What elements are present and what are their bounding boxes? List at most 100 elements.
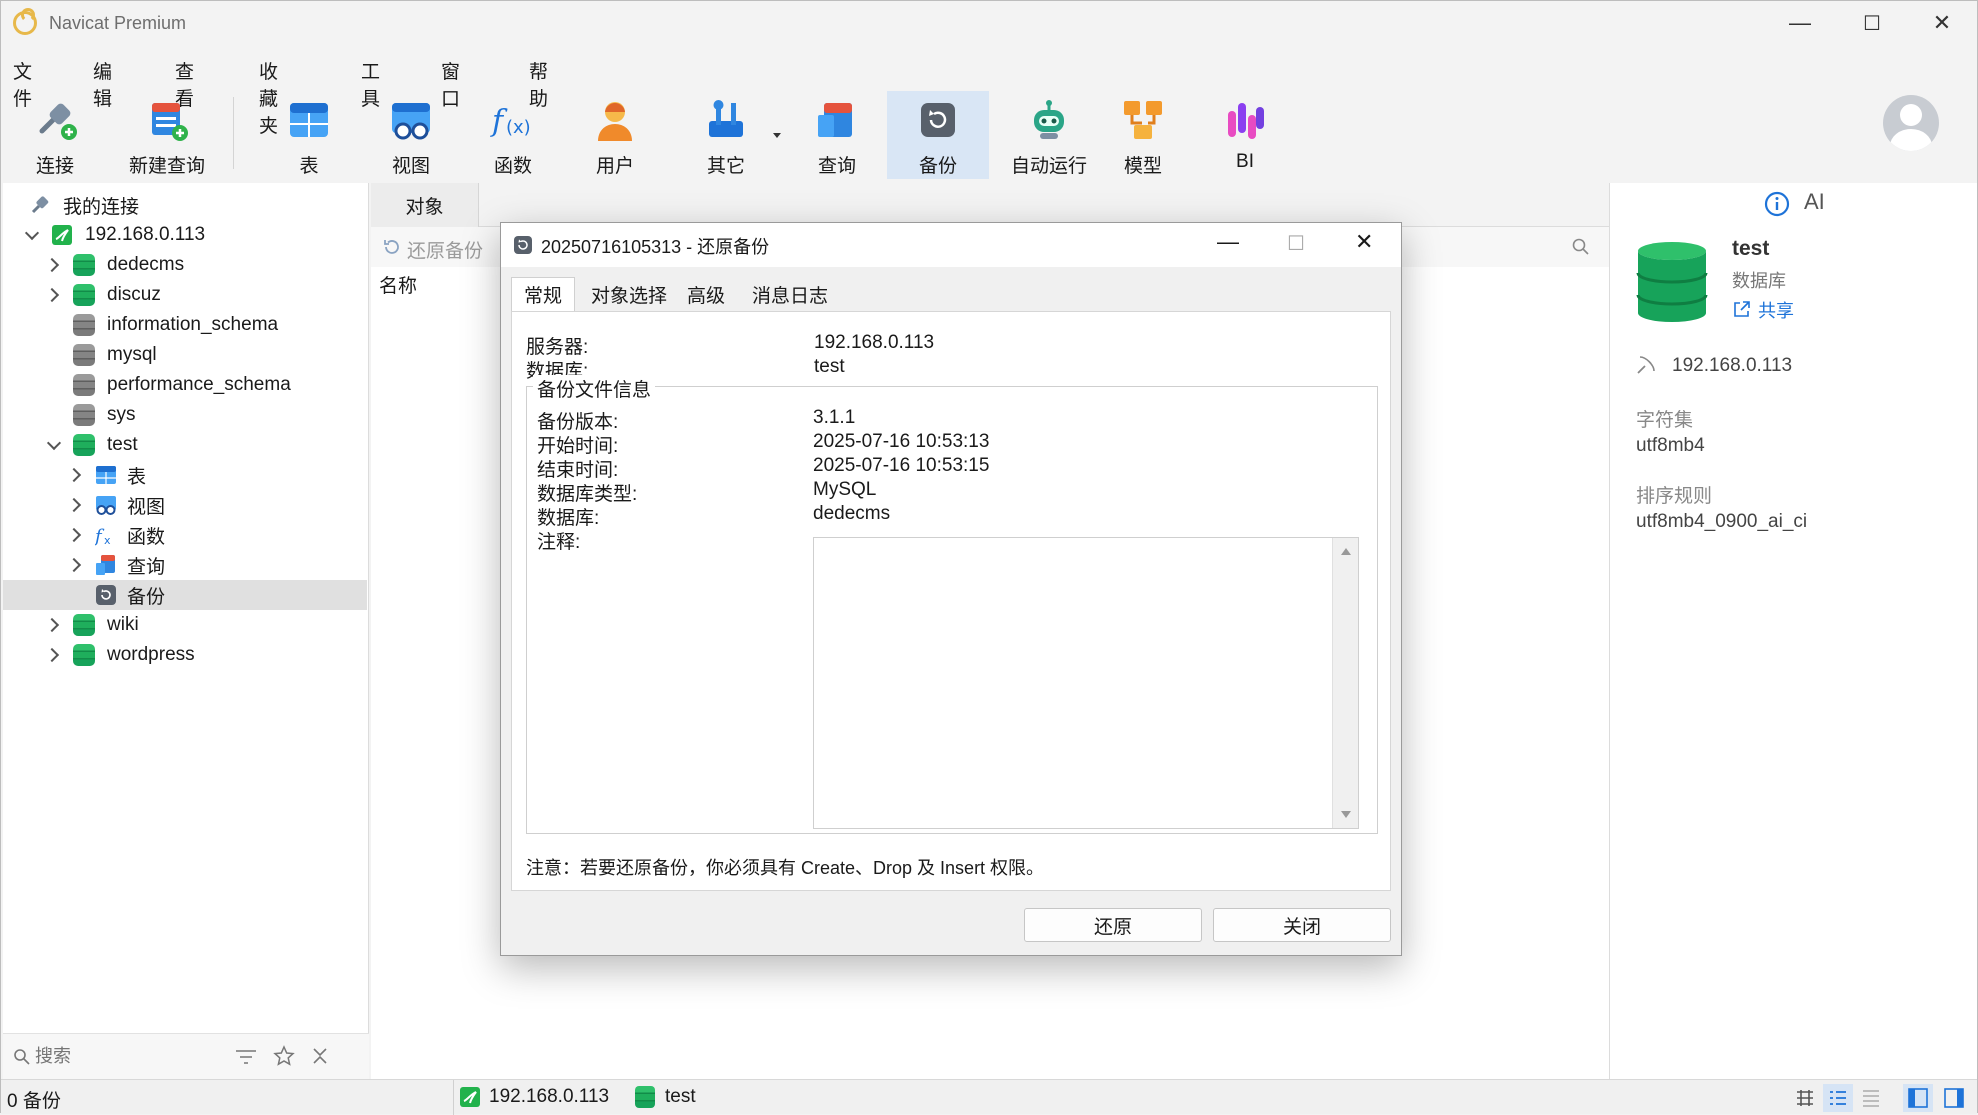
- scroll-up-icon[interactable]: [1341, 548, 1351, 555]
- tree-db-mysql[interactable]: mysql: [3, 340, 367, 370]
- navicat-logo-icon: [13, 8, 37, 35]
- column-header-name[interactable]: 名称: [379, 271, 417, 298]
- toolbar-separator: [233, 97, 234, 169]
- close-window-button[interactable]: ✕: [1907, 1, 1977, 45]
- notes-textarea[interactable]: [813, 537, 1359, 829]
- minimize-button[interactable]: —: [1765, 1, 1835, 45]
- tree-db-wordpress[interactable]: wordpress: [3, 640, 367, 670]
- backup-file-info-title: 备份文件信息: [533, 375, 656, 402]
- user-button[interactable]: 用户: [571, 91, 659, 179]
- general-tab-content: 服务器: 192.168.0.113 数据库: test 备份文件信息 备份版本…: [511, 311, 1391, 891]
- restore-button[interactable]: 还原: [1024, 908, 1202, 942]
- chevron-right-icon[interactable]: [66, 467, 82, 483]
- notes-scrollbar[interactable]: [1332, 538, 1358, 828]
- info-value: MySQL: [813, 479, 877, 500]
- table-button[interactable]: 表: [265, 91, 353, 179]
- backup-button[interactable]: 备份: [887, 91, 989, 179]
- tab-general[interactable]: 常规: [511, 277, 575, 311]
- scroll-down-icon[interactable]: [1341, 811, 1351, 818]
- ai-button[interactable]: AI: [1804, 189, 1825, 215]
- maximize-button[interactable]: ☐: [1837, 1, 1907, 45]
- dialog-minimize-button[interactable]: —: [1217, 229, 1239, 255]
- tree-db-dedecms[interactable]: dedecms: [3, 250, 367, 280]
- right-panel-toggle-icon[interactable]: [1943, 1087, 1965, 1109]
- chevron-down-icon[interactable]: [24, 225, 40, 241]
- automation-button[interactable]: 自动运行: [995, 91, 1103, 179]
- table-icon: [96, 466, 116, 484]
- share-link[interactable]: 共享: [1758, 297, 1794, 323]
- collapse-icon[interactable]: [311, 1046, 331, 1066]
- chevron-down-icon[interactable]: [46, 435, 62, 451]
- info-key: 开始时间:: [537, 436, 619, 457]
- chevron-right-icon[interactable]: [44, 647, 60, 663]
- status-bar: 0 备份 192.168.0.113 test: [1, 1079, 1977, 1115]
- dialog-close-button[interactable]: ✕: [1355, 229, 1373, 255]
- model-button[interactable]: 模型: [1099, 91, 1187, 179]
- tree-search-input[interactable]: [35, 1042, 215, 1070]
- info-icon[interactable]: [1764, 191, 1790, 217]
- tree-db-information-schema[interactable]: information_schema: [3, 310, 367, 340]
- info-collation-label: 排序规则: [1636, 486, 1713, 507]
- mysql-connection-icon: [460, 1087, 480, 1107]
- info-db-name: test: [1732, 237, 1770, 260]
- tree-test-functions[interactable]: fx 函数: [3, 520, 367, 550]
- info-key: 结束时间:: [537, 460, 619, 481]
- database-gray-icon: [73, 344, 95, 366]
- status-object-count: 0 备份: [7, 1091, 61, 1112]
- list-view-icon[interactable]: [1828, 1088, 1848, 1108]
- view-button[interactable]: 视图: [367, 91, 455, 179]
- chevron-right-icon[interactable]: [44, 257, 60, 273]
- tree-test-views[interactable]: 视图: [3, 490, 367, 520]
- left-panel-toggle-icon[interactable]: [1907, 1087, 1929, 1109]
- tree-test-queries[interactable]: 查询: [3, 550, 367, 580]
- other-dropdown-arrow-icon[interactable]: [773, 133, 781, 138]
- query-button[interactable]: 查询: [793, 91, 881, 179]
- tree-db-performance-schema[interactable]: performance_schema: [3, 370, 367, 400]
- info-charset-value: utf8mb4: [1636, 435, 1705, 456]
- function-fx-icon: f (x): [490, 97, 536, 143]
- user-avatar[interactable]: [1883, 95, 1939, 151]
- tree-test-tables[interactable]: 表: [3, 460, 367, 490]
- bi-button[interactable]: BI: [1201, 91, 1289, 179]
- connect-button[interactable]: 连接: [15, 91, 95, 179]
- restore-backup-toolbar-button[interactable]: 还原备份: [407, 236, 483, 263]
- detail-view-icon[interactable]: [1861, 1088, 1881, 1108]
- tree-db-wiki[interactable]: wiki: [3, 610, 367, 640]
- chevron-right-icon[interactable]: [44, 617, 60, 633]
- title-bar: Navicat Premium — ☐ ✕: [1, 1, 1977, 45]
- tab-message-log[interactable]: 消息日志: [735, 277, 845, 311]
- database-green-icon: [635, 1086, 655, 1108]
- model-icon: [1120, 97, 1166, 143]
- mysql-connection-icon: [52, 225, 72, 245]
- star-icon[interactable]: [273, 1045, 295, 1067]
- tree-root-my-connections[interactable]: 我的连接: [3, 190, 367, 220]
- chevron-right-icon[interactable]: [66, 497, 82, 513]
- chevron-right-icon[interactable]: [66, 557, 82, 573]
- connection-tree-panel: 我的连接 192.168.0.113 dedecms discuz inform…: [3, 183, 369, 1079]
- tab-object-selection[interactable]: 对象选择: [579, 277, 679, 311]
- tree-test-backups[interactable]: 备份: [3, 580, 367, 610]
- other-button[interactable]: 其它: [681, 91, 771, 179]
- tree-db-discuz[interactable]: discuz: [3, 280, 367, 310]
- share-icon[interactable]: [1732, 299, 1752, 319]
- search-icon[interactable]: [1571, 237, 1591, 257]
- status-divider: [453, 1080, 454, 1115]
- function-button[interactable]: f (x) 函数: [469, 91, 557, 179]
- tree-db-sys[interactable]: sys: [3, 400, 367, 430]
- info-value: 3.1.1: [813, 407, 856, 428]
- app-title: Navicat Premium: [49, 12, 187, 33]
- info-key: 数据库:: [537, 508, 600, 529]
- chevron-right-icon[interactable]: [44, 287, 60, 303]
- tab-objects[interactable]: 对象: [371, 183, 479, 227]
- filter-icon[interactable]: [235, 1048, 257, 1066]
- new-query-button[interactable]: 新建查询: [113, 91, 221, 179]
- chevron-right-icon[interactable]: [66, 527, 82, 543]
- grid-view-icon[interactable]: [1795, 1088, 1815, 1108]
- tree-db-test[interactable]: test: [3, 430, 367, 460]
- notes-label: 注释:: [537, 532, 581, 553]
- close-button[interactable]: 关闭: [1213, 908, 1391, 942]
- tab-advanced[interactable]: 高级: [681, 277, 731, 311]
- dialog-maximize-button: ☐: [1287, 233, 1305, 255]
- database-value: test: [814, 356, 845, 377]
- tree-connection[interactable]: 192.168.0.113: [3, 220, 367, 250]
